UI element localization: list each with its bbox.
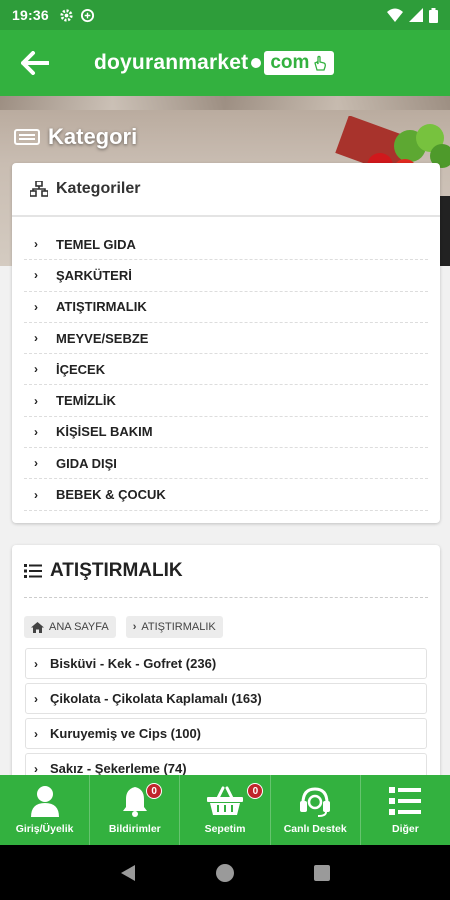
- nav-cart-label: Sepetim: [204, 823, 246, 835]
- logo-dot: [251, 58, 262, 68]
- bottom-navigation: Giriş/Üyelik 0 Bildirimler 0 Sepetim Can…: [0, 775, 450, 845]
- section-title: ATIŞTIRMALIK: [50, 560, 183, 581]
- category-item[interactable]: › ŞARKÜTERİ: [24, 260, 428, 292]
- chevron-right-icon: ›: [34, 726, 38, 741]
- chevron-right-icon: ›: [34, 268, 38, 283]
- categories-title: Kategoriler: [56, 180, 141, 197]
- subcategory-label: Sakız - Şekerleme (74): [50, 761, 187, 776]
- nav-notifications[interactable]: 0 Bildirimler: [90, 775, 181, 845]
- logo-com-badge: com: [264, 51, 335, 75]
- bell-icon: [122, 787, 147, 817]
- user-icon: [30, 786, 59, 817]
- subcategory-item[interactable]: › Çikolata - Çikolata Kaplamalı (163): [25, 683, 427, 714]
- subcategory-label: Çikolata - Çikolata Kaplamalı (163): [50, 691, 262, 706]
- chevron-right-icon: ›: [34, 331, 38, 346]
- logo-com-text: com: [270, 52, 310, 73]
- chevron-right-icon: ›: [34, 237, 38, 252]
- brand-logo[interactable]: doyuranmarket com: [94, 51, 335, 75]
- chevron-right-icon: ›: [34, 691, 38, 706]
- category-label: GIDA DIŞI: [56, 455, 117, 471]
- subcategory-label: Kuruyemiş ve Cips (100): [50, 726, 202, 741]
- hero-title-text: Kategori: [48, 124, 138, 149]
- nav-login[interactable]: Giriş/Üyelik: [0, 775, 91, 845]
- nav-other-label: Diğer: [391, 823, 419, 835]
- notifications-badge: 0: [146, 783, 163, 799]
- chevron-right-icon: ›: [34, 393, 38, 408]
- basket-icon: [207, 786, 243, 815]
- home-icon: [31, 621, 44, 633]
- category-item[interactable]: › KİŞİSEL BAKIM: [24, 417, 428, 449]
- category-label: KİŞİSEL BAKIM: [56, 424, 153, 440]
- menu-list-icon: [389, 787, 422, 815]
- nav-notifications-label: Bildirimler: [108, 823, 161, 835]
- category-label: ŞARKÜTERİ: [56, 267, 132, 283]
- chevron-right-icon: ›: [34, 299, 38, 314]
- category-item[interactable]: › İÇECEK: [24, 354, 428, 386]
- headset-icon: [300, 787, 331, 817]
- breadcrumb-home[interactable]: ANA SAYFA: [24, 616, 116, 638]
- nav-live-support[interactable]: Canlı Destek: [271, 775, 361, 845]
- category-label: ATIŞTIRMALIK: [56, 299, 147, 315]
- category-item[interactable]: › GIDA DIŞI: [24, 448, 428, 480]
- chevron-right-icon: ›: [34, 362, 38, 377]
- category-item[interactable]: › BEBEK & ÇOCUK: [24, 479, 428, 511]
- category-label: MEYVE/SEBZE: [56, 330, 149, 346]
- category-item[interactable]: › TEMEL GIDA: [24, 229, 428, 261]
- status-time: 19:36: [12, 7, 49, 23]
- chevron-right-icon: ›: [34, 487, 38, 502]
- nav-other[interactable]: Diğer: [361, 775, 450, 845]
- chevron-right-icon: ›: [34, 656, 38, 671]
- signal-icon: [409, 8, 423, 22]
- status-bar: 19:36: [0, 0, 450, 30]
- category-label: TEMEL GIDA: [56, 236, 136, 252]
- wifi-icon: [387, 8, 403, 22]
- category-list: › TEMEL GIDA › ŞARKÜTERİ › ATIŞTIRMALIK › ME…: [12, 217, 440, 511]
- breadcrumb: ANA SAYFA › ATIŞTIRMALIK: [12, 598, 440, 638]
- category-item[interactable]: › MEYVE/SEBZE: [24, 323, 428, 355]
- category-label: İÇECEK: [56, 361, 106, 377]
- battery-icon: [429, 7, 438, 23]
- chevron-right-icon: ›: [132, 621, 137, 633]
- chevron-right-icon: ›: [34, 761, 38, 776]
- categories-header: Kategoriler: [12, 163, 440, 217]
- category-label: TEMİZLİK: [56, 393, 116, 409]
- category-label: BEBEK & ÇOCUK: [56, 487, 166, 503]
- system-back-icon[interactable]: [119, 863, 137, 883]
- section-header: ATIŞTIRMALIK: [12, 545, 440, 597]
- hand-pointer-icon: [314, 55, 327, 71]
- category-item[interactable]: › ATIŞTIRMALIK: [24, 292, 428, 323]
- category-item[interactable]: › TEMİZLİK: [24, 385, 428, 417]
- nav-cart[interactable]: 0 Sepetim: [180, 775, 271, 845]
- subcategory-card: ATIŞTIRMALIK ANA SAYFA › ATIŞTIRMALIK › B…: [12, 545, 440, 785]
- system-recents-icon[interactable]: [313, 864, 331, 882]
- subcategory-list: › Bisküvi - Kek - Gofret (236) › Çikolata …: [12, 638, 440, 784]
- keyboard-icon: [14, 129, 40, 145]
- subcategory-item[interactable]: › Kuruyemiş ve Cips (100): [25, 718, 427, 749]
- back-arrow-icon: [21, 51, 49, 75]
- logo-text: doyuranmarket: [94, 51, 249, 74]
- hero-title: Kategori: [14, 124, 137, 150]
- chevron-right-icon: ›: [34, 456, 38, 471]
- nav-login-label: Giriş/Üyelik: [15, 823, 74, 835]
- hero-ceiling-lights: [0, 96, 450, 110]
- subcategory-item[interactable]: › Bisküvi - Kek - Gofret (236): [25, 648, 427, 679]
- app-header: doyuranmarket com: [0, 30, 450, 96]
- system-navigation-bar: [0, 845, 450, 900]
- back-button[interactable]: [0, 30, 70, 96]
- cart-badge: 0: [247, 783, 264, 799]
- nav-live-support-label: Canlı Destek: [283, 823, 347, 835]
- chevron-right-icon: ›: [34, 424, 38, 439]
- subcategory-label: Bisküvi - Kek - Gofret (236): [50, 656, 217, 671]
- data-saver-icon: [80, 8, 94, 22]
- settings-gear-icon: [60, 8, 73, 22]
- sitemap-icon: [30, 181, 48, 197]
- breadcrumb-current[interactable]: › ATIŞTIRMALIK: [125, 616, 223, 638]
- breadcrumb-home-label: ANA SAYFA: [49, 621, 109, 633]
- breadcrumb-current-label: ATIŞTIRMALIK: [141, 621, 216, 633]
- categories-card: Kategoriler › TEMEL GIDA › ŞARKÜTERİ › ATIŞ…: [12, 163, 440, 523]
- system-home-icon[interactable]: [215, 863, 235, 883]
- list-icon: [24, 564, 42, 578]
